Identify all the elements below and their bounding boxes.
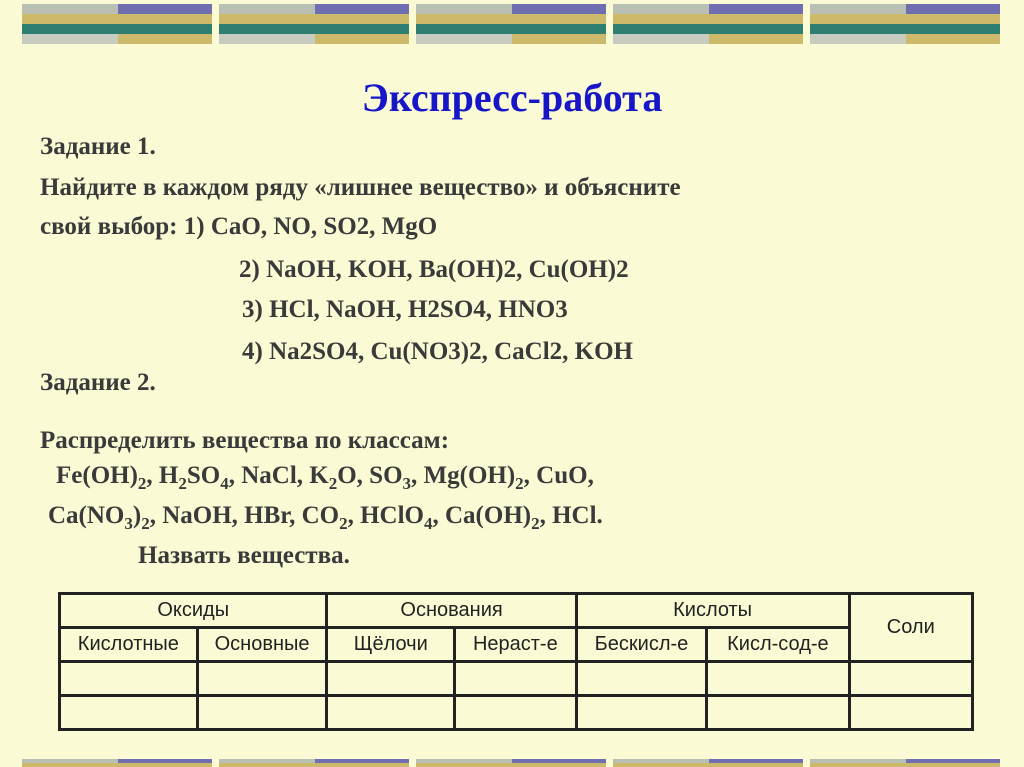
table-cell[interactable] — [195, 660, 329, 697]
formula-subscript: 2 — [339, 514, 348, 533]
header-salts: Соли — [847, 592, 975, 663]
formula-subscript: 4 — [424, 514, 433, 533]
formula-part: Ca(NO — [48, 502, 125, 529]
table-cell[interactable] — [195, 694, 329, 731]
table-cell[interactable] — [574, 694, 709, 731]
task1-prompt-prefix: свой выбор: — [40, 213, 184, 240]
formula-subscript: 2 — [515, 474, 524, 493]
formula-part: , HCl. — [539, 502, 603, 529]
formula-subscript: 2 — [531, 514, 540, 533]
formula-part: O, SO — [337, 462, 403, 489]
header-bases: Основания — [325, 592, 578, 629]
deco-tile — [613, 4, 803, 44]
deco-tile — [810, 759, 1000, 767]
subheader-basic-oxides: Основные — [195, 626, 329, 663]
formula-part: , Mg(OH) — [411, 462, 516, 489]
slide-title: Экспресс-работа — [361, 75, 663, 120]
table-cell[interactable] — [325, 660, 457, 697]
table-row — [58, 694, 975, 731]
task1-row-1: 1) CaO, NO, SO2, MgO — [183, 213, 438, 240]
table-row — [58, 660, 975, 697]
table-cell[interactable] — [453, 660, 578, 697]
formula-subscript: 4 — [220, 474, 229, 493]
task1-heading: Задание 1. — [40, 133, 156, 160]
formula-part: , HClO — [347, 502, 424, 529]
table-cell[interactable] — [847, 660, 975, 697]
formula-part: Fe(OH) — [56, 462, 138, 489]
task1-row-3: 3) HCl, NaOH, H2SO4, HNO3 — [242, 296, 568, 323]
formula-subscript: 2 — [328, 474, 338, 493]
formula-part: ) — [132, 502, 142, 529]
task1-prompt-line2: свой выбор: 1) CaO, NO, SO2, MgO — [40, 213, 437, 241]
deco-tile — [22, 759, 212, 767]
bottom-decoration-bar — [0, 749, 1024, 767]
table-cell[interactable] — [325, 694, 457, 731]
formula-part: , H — [146, 462, 179, 489]
formula-part: , Ca(OH) — [432, 502, 532, 529]
subheader-alkalis: Щёлочи — [325, 626, 457, 663]
formula-part: , NaCl, K — [228, 462, 329, 489]
deco-tile — [219, 759, 409, 767]
header-oxides: Оксиды — [57, 592, 329, 629]
table-cell[interactable] — [58, 694, 199, 731]
task2-substances-line2: Ca(NO3)2, NaOH, HBr, CO2, HClO4, Ca(OH)2… — [48, 502, 603, 534]
task2-substances-line1: Fe(OH)2, H2SO4, NaCl, K2O, SO3, Mg(OH)2,… — [56, 462, 594, 494]
table-subheader-row: Кислотные Основные Щёлочи Нераст-е Бески… — [58, 626, 973, 663]
deco-tile — [219, 4, 409, 44]
deco-tile — [613, 759, 803, 767]
table-cell[interactable] — [847, 694, 975, 731]
table-cell[interactable] — [574, 660, 709, 697]
formula-subscript: 2 — [178, 474, 187, 493]
task1-row-2: 2) NaOH, KOH, Ba(OH)2, Cu(OH)2 — [239, 256, 629, 283]
table-header-row: Оксиды Основания Кислоты Соли — [57, 592, 975, 663]
deco-tile — [22, 4, 212, 44]
task2-name-prompt: Назвать вещества. — [138, 542, 350, 569]
deco-tile — [416, 4, 606, 44]
formula-part: , CuO, — [523, 462, 594, 489]
formula-part: , NaOH, HBr, CO — [149, 502, 340, 529]
subheader-oxygen-free-acids: Бескисл-е — [574, 626, 709, 663]
formula-part: SO — [186, 462, 221, 489]
subheader-insoluble-bases: Нераст-е — [453, 626, 578, 663]
deco-tile — [416, 759, 606, 767]
subheader-oxygen-acids: Кисл-сод-е — [705, 626, 851, 663]
task1-row-4: 4) Na2SO4, Cu(NO3)2, CaCl2, KOH — [242, 338, 633, 365]
formula-subscript: 3 — [124, 514, 133, 533]
subheader-acidic-oxides: Кислотные — [58, 626, 199, 663]
task2-prompt: Распределить вещества по классам: — [40, 427, 450, 454]
task1-prompt-line1: Найдите в каждом ряду «лишнее вещество» … — [40, 174, 681, 201]
formula-subscript: 2 — [141, 514, 150, 533]
table-cell[interactable] — [705, 660, 851, 697]
table-cell[interactable] — [453, 694, 578, 731]
deco-tile — [810, 4, 1000, 44]
classification-table: Оксиды Основания Кислоты Соли Кислотные … — [57, 592, 975, 731]
table-cell[interactable] — [58, 660, 199, 697]
top-decoration-bar — [0, 4, 1024, 46]
table-cell[interactable] — [705, 694, 851, 731]
header-acids: Кислоты — [574, 592, 851, 629]
task2-heading: Задание 2. — [40, 369, 156, 396]
formula-subscript: 3 — [402, 474, 412, 493]
